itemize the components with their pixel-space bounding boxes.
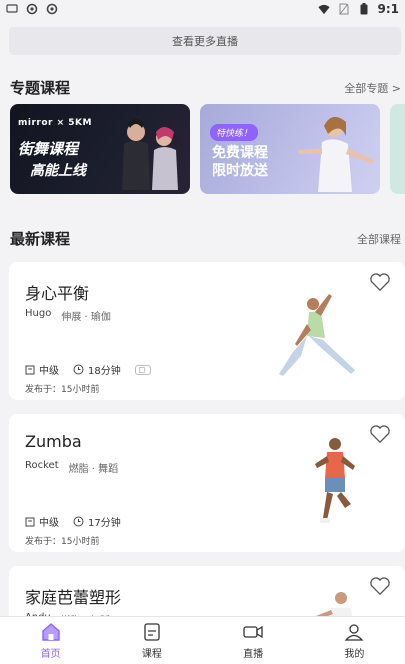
latest-section-title: 最新课程 <box>10 230 71 248</box>
status-time: 9:1 <box>377 2 400 16</box>
course-title: 身心平衡 <box>25 284 90 303</box>
status-bar: 9:1 <box>0 0 405 18</box>
banner-dance-subtitle: 高能上线 <box>30 163 86 179</box>
banner-dance-title: 街舞课程 <box>18 140 79 158</box>
publish-date: 发布于：15小时前 <box>25 385 100 395</box>
nav-live[interactable]: 直播 <box>203 617 304 664</box>
coach-name: Rocket <box>25 460 59 471</box>
banner-dance-course[interactable]: mirror × 5KM 街舞课程 高能上线 <box>10 104 190 194</box>
duration-info: 18分钟 <box>73 362 121 377</box>
status-left-icons <box>6 3 58 15</box>
wifi-icon <box>317 3 330 15</box>
banner-next-peek[interactable] <box>390 104 405 194</box>
nav-courses[interactable]: 课程 <box>101 617 202 664</box>
nav-live-label: 直播 <box>243 648 264 660</box>
level-icon <box>25 517 35 526</box>
course-tags: 伸展 · 瑜伽 <box>61 312 111 323</box>
banner-free-subtitle: 限时放送 <box>212 163 268 179</box>
course-card[interactable]: Zumba Rocket 燃脂 · 舞蹈 中级 17分钟 发布于：15小时前 <box>9 414 405 552</box>
course-title: 家庭芭蕾塑形 <box>25 588 122 607</box>
live-camera-icon <box>243 625 263 638</box>
see-more-live-button[interactable]: 查看更多直播 <box>9 27 401 55</box>
sync-icon <box>26 3 38 15</box>
bottom-nav: 首页 课程 直播 我的 <box>0 616 405 664</box>
favorite-heart-icon[interactable] <box>369 576 391 596</box>
course-info: 中级 18分钟 <box>25 362 151 377</box>
latest-section-header: 最新课程 全部课程 <box>10 228 405 249</box>
banner-free-title: 免费课程 <box>212 145 268 161</box>
level-info: 中级 <box>25 514 59 529</box>
duration-label: 18分钟 <box>88 366 121 377</box>
duration-info: 17分钟 <box>73 514 121 529</box>
sync-icon <box>46 3 58 15</box>
course-icon <box>144 622 160 641</box>
nav-profile-label: 我的 <box>344 648 365 660</box>
course-tags: 燃脂 · 舞蹈 <box>68 464 119 475</box>
level-label: 中级 <box>39 366 59 377</box>
home-icon <box>41 622 60 641</box>
nav-home[interactable]: 首页 <box>0 617 101 664</box>
battery-icon <box>358 3 370 15</box>
level-info: 中级 <box>25 362 59 377</box>
clock-icon <box>73 516 84 527</box>
course-title: Zumba <box>25 432 82 451</box>
dancers-image <box>122 119 178 190</box>
zumba-coach-image <box>315 438 355 523</box>
clock-icon <box>73 364 84 375</box>
publish-date: 发布于：15小时前 <box>25 537 100 547</box>
level-label: 中级 <box>39 518 59 529</box>
all-courses-link[interactable]: 全部课程 <box>357 231 405 247</box>
topic-section-header: 专题课程 全部专题 > <box>10 77 405 98</box>
yoga-coach-image <box>279 294 355 376</box>
nav-courses-label: 课程 <box>141 648 162 660</box>
coach-image <box>298 116 374 192</box>
course-meta: Rocket 燃脂 · 舞蹈 <box>25 460 118 475</box>
banner-badge: 特快练！ <box>210 124 259 141</box>
profile-icon <box>344 623 364 641</box>
favorite-heart-icon[interactable] <box>369 424 391 444</box>
duration-label: 17分钟 <box>88 518 121 529</box>
topic-banner-carousel[interactable]: mirror × 5KM 街舞课程 高能上线 特快练！ 免费课程 限时放送 <box>10 104 405 194</box>
level-icon <box>25 365 35 374</box>
course-card[interactable]: 身心平衡 Hugo 伸展 · 瑜伽 中级 18分钟 发布于：15小时前 <box>9 262 405 400</box>
video-tag-icon <box>134 364 151 375</box>
nav-home-label: 首页 <box>40 648 61 660</box>
sim-icon <box>338 3 350 15</box>
banner-free-course[interactable]: 特快练！ 免费课程 限时放送 <box>200 104 380 194</box>
all-topics-link[interactable]: 全部专题 > <box>344 80 405 96</box>
cast-icon <box>6 3 18 15</box>
nav-profile[interactable]: 我的 <box>304 617 405 664</box>
banner-brand: mirror × 5KM <box>18 118 92 128</box>
topic-section-title: 专题课程 <box>10 79 71 97</box>
course-meta: Hugo 伸展 · 瑜伽 <box>25 308 111 323</box>
status-right-icons: 9:1 <box>317 2 400 16</box>
coach-name: Hugo <box>25 308 52 319</box>
course-info: 中级 17分钟 <box>25 514 121 529</box>
